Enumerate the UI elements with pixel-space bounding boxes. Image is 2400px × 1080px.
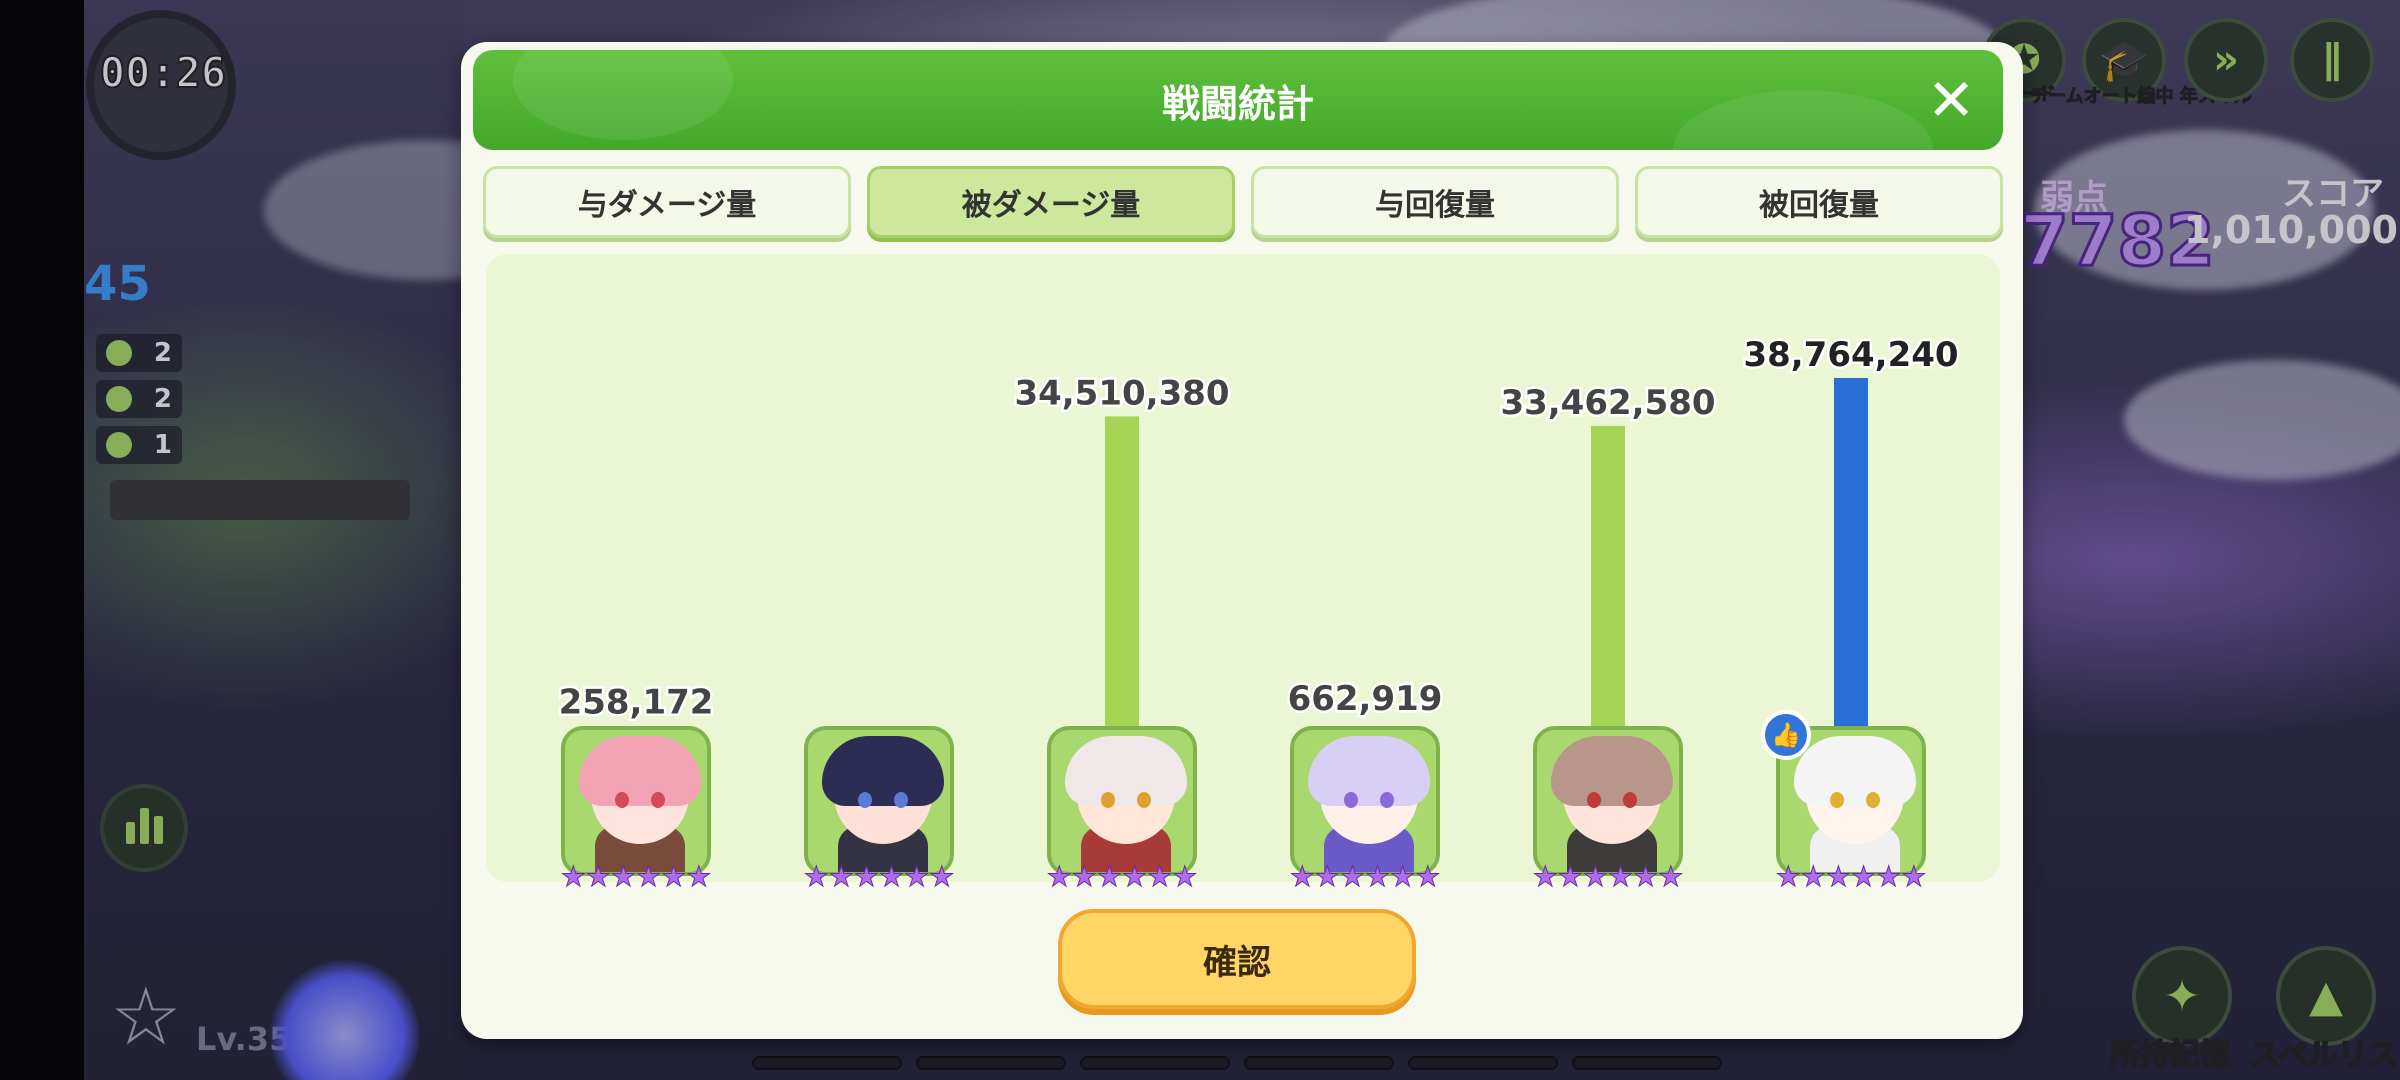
character-eye	[1866, 792, 1880, 808]
rarity-stars: ★★★★★★	[1775, 860, 1927, 893]
header-decoration	[513, 50, 733, 140]
rarity-stars: ★★★★★★	[560, 860, 712, 893]
close-icon[interactable]: ✕	[1923, 71, 1979, 129]
bar-chart: 258,172 34,510,380 662,919 33,462,580 38,764…	[556, 333, 1961, 728]
character-eye	[1587, 792, 1601, 808]
star-icon: ★★★★★★	[1532, 860, 1684, 893]
thumbs-up-icon: 👍	[1761, 710, 1811, 760]
character-eye	[1344, 792, 1358, 808]
rarity-stars: ★★★★★★	[803, 860, 955, 893]
character-hair	[1065, 736, 1187, 806]
character-hair	[1308, 736, 1430, 806]
character-eye	[1830, 792, 1844, 808]
star-icon: ★★★★★★	[1775, 860, 1927, 893]
character-eye	[1101, 792, 1115, 808]
chart-bar	[1591, 425, 1625, 728]
chart-panel: 258,172 34,510,380 662,919 33,462,580 38,764…	[486, 254, 2000, 892]
character-hair	[822, 736, 944, 806]
bar-value-label: 34,510,380	[1014, 373, 1229, 413]
rarity-stars: ★★★★★★	[1532, 860, 1684, 893]
character-eye	[894, 792, 908, 808]
dialog-header: 戦闘統計 ✕	[473, 50, 2003, 150]
rarity-stars: ★★★★★★	[1289, 860, 1441, 893]
header-decoration	[1673, 90, 1933, 150]
star-icon: ★★★★★★	[1289, 860, 1441, 893]
tab-healing-received[interactable]: 被回復量	[1635, 166, 2003, 238]
star-icon: ★★★★★★	[560, 860, 712, 893]
bar-value-label: 258,172	[559, 683, 714, 723]
character-eye	[858, 792, 872, 808]
character-portrait[interactable]	[1047, 726, 1197, 876]
character-hair	[579, 736, 701, 806]
star-icon: ★★★★★★	[803, 860, 955, 893]
character-portrait[interactable]	[804, 726, 954, 876]
character-portrait[interactable]	[1533, 726, 1683, 876]
bar-value-label: 38,764,240	[1743, 335, 1958, 375]
stat-tabs: 与ダメージ量 被ダメージ量 与回復量 被回復量	[483, 166, 2003, 238]
character-eye	[1137, 792, 1151, 808]
character-eye	[651, 792, 665, 808]
character-eye	[615, 792, 629, 808]
confirm-button[interactable]: 確認	[1058, 909, 1416, 1009]
character-hair	[1794, 736, 1916, 806]
star-icon: ★★★★★★	[1046, 860, 1198, 893]
character-portrait[interactable]	[1290, 726, 1440, 876]
character-hair	[1551, 736, 1673, 806]
character-portrait[interactable]	[561, 726, 711, 876]
dialog-title: 戦闘統計	[1161, 81, 1314, 126]
battle-stats-dialog: 戦闘統計 ✕ 与ダメージ量 被ダメージ量 与回復量 被回復量 258,172 34…	[461, 42, 2023, 1039]
rarity-stars: ★★★★★★	[1046, 860, 1198, 893]
bar-value-label: 33,462,580	[1500, 383, 1715, 423]
character-eye	[1380, 792, 1394, 808]
tab-damage-dealt[interactable]: 与ダメージ量	[483, 166, 851, 238]
character-eye	[1623, 792, 1637, 808]
tab-damage-taken[interactable]: 被ダメージ量	[867, 166, 1235, 238]
bar-value-label: 662,919	[1288, 679, 1443, 719]
chart-bar	[1834, 378, 1868, 728]
chart-bar	[1105, 416, 1139, 728]
tab-healing-done[interactable]: 与回復量	[1251, 166, 1619, 238]
